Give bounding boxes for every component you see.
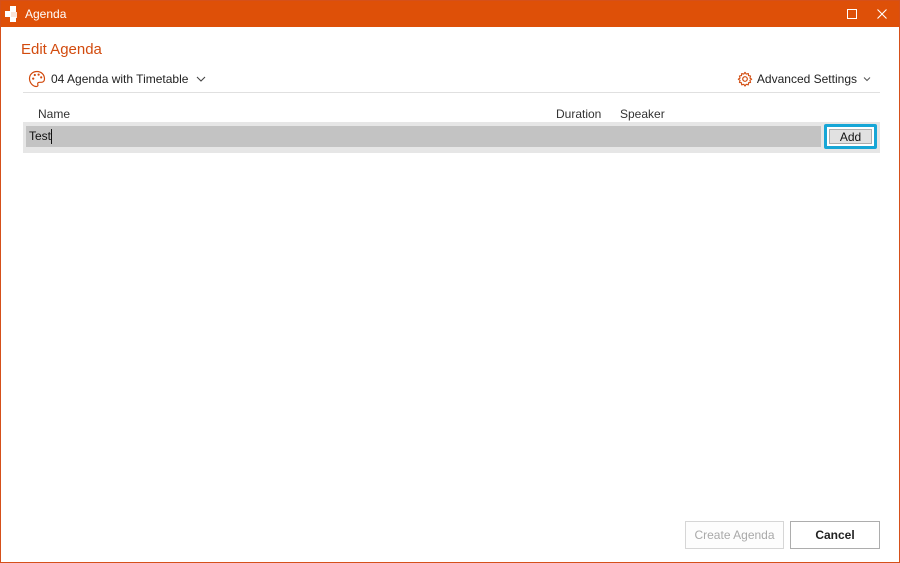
close-button[interactable] <box>867 1 897 27</box>
column-header-name: Name <box>38 107 71 121</box>
cancel-button[interactable]: Cancel <box>790 521 880 549</box>
text-caret <box>51 129 52 144</box>
maximize-button[interactable] <box>837 1 867 27</box>
window-title: Agenda <box>25 7 67 21</box>
add-button-label: Add <box>829 129 872 144</box>
gear-icon <box>737 71 753 87</box>
column-header-duration: Duration <box>556 107 602 121</box>
agenda-window: Agenda Edit Agenda 04 Agenda with Timeta… <box>0 0 900 563</box>
dialog-heading: Edit Agenda <box>21 41 102 58</box>
add-button[interactable]: Add <box>824 124 877 149</box>
close-icon <box>877 9 887 19</box>
template-label: 04 Agenda with Timetable <box>51 72 189 86</box>
template-dropdown[interactable]: 04 Agenda with Timetable <box>28 69 206 89</box>
toolbar-divider <box>23 92 880 93</box>
create-agenda-button[interactable]: Create Agenda <box>685 521 784 549</box>
app-icon <box>5 6 17 22</box>
maximize-icon <box>847 9 857 19</box>
palette-icon <box>28 70 46 88</box>
agenda-item-name-input[interactable] <box>26 126 821 147</box>
advanced-settings-label: Advanced Settings <box>756 72 857 86</box>
title-bar[interactable]: Agenda <box>1 1 899 27</box>
advanced-settings-dropdown[interactable]: Advanced Settings <box>737 69 871 89</box>
column-header-speaker: Speaker <box>620 107 665 121</box>
chevron-down-icon <box>863 77 871 82</box>
chevron-down-icon <box>197 76 206 82</box>
